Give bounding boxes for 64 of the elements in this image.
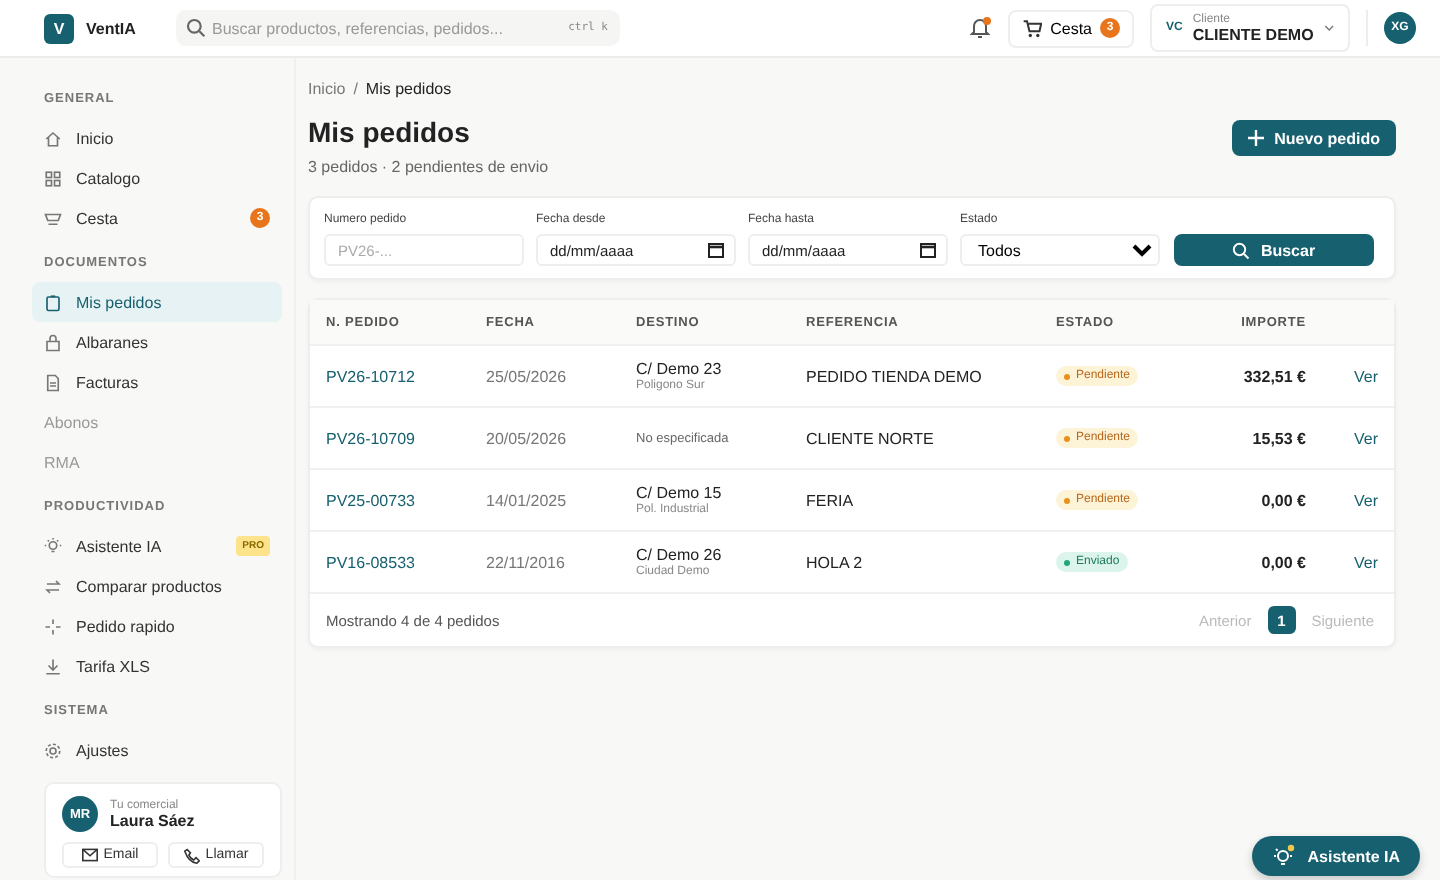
calendar-icon — [920, 242, 936, 258]
download-icon — [44, 657, 62, 675]
table-cell-text: 0,00 € — [1259, 553, 1306, 571]
brand-name: VentIA — [86, 19, 136, 37]
table-cell-text: 15,53 € — [1250, 429, 1306, 447]
table-cell-text: 14/01/2025 — [486, 491, 569, 509]
breadcrumb-item: Mis pedidos — [365, 80, 452, 98]
page-subtitle: 3 pedidos · 2 pendientes de envio — [308, 158, 549, 176]
view-link[interactable]: Ver — [1306, 429, 1378, 447]
breadcrumb-separator: / — [353, 80, 358, 98]
table-cell-text: C/ Demo 15 — [636, 484, 724, 502]
order-link[interactable]: PV26-10709 — [326, 429, 486, 447]
calendar-icon — [708, 242, 724, 258]
table-cell-text: 0,00 € — [1259, 491, 1306, 509]
table-cell-text: 25/05/2026 — [486, 367, 569, 385]
table-cell-text: C/ Demo 23 — [636, 360, 724, 378]
view-link[interactable]: Ver — [1306, 553, 1378, 571]
sidebar-item[interactable]: Tarifa XLS — [32, 646, 282, 686]
bell-icon[interactable] — [968, 16, 993, 40]
grid-icon — [44, 169, 62, 187]
page-title: Mis pedidos — [308, 116, 472, 148]
table-cell-text: FERIA — [806, 491, 856, 509]
sales-rep-name: Laura Sáez — [110, 811, 195, 829]
view-link[interactable]: Ver — [1306, 491, 1378, 509]
client-name: CLIENTE DEMO — [1192, 25, 1314, 43]
order-link[interactable]: PV25-00733 — [326, 491, 486, 509]
sidebar-item[interactable]: Mis pedidos — [32, 282, 282, 322]
view-link[interactable]: Ver — [1306, 367, 1378, 385]
search-icon — [1232, 241, 1251, 259]
swap-arrows-icon — [44, 577, 62, 595]
envelope-icon — [81, 848, 98, 862]
table-cell-text: C/ Demo 26 — [636, 546, 724, 564]
sidebar-item[interactable]: Facturas — [32, 362, 282, 402]
settings-icon — [44, 741, 62, 759]
lightbulb-icon — [44, 537, 62, 555]
phone-icon — [183, 847, 200, 863]
status-dropdown[interactable]: Todos — [960, 234, 1160, 266]
home-icon — [44, 129, 62, 147]
sidebar-item[interactable]: Ajustes — [32, 730, 282, 770]
new-order-button[interactable]: Nuevo pedido — [1232, 120, 1396, 156]
table-cell-text: 332,51 € — [1241, 367, 1306, 385]
order-link[interactable]: PV26-10712 — [326, 367, 486, 385]
search-button[interactable]: Buscar — [1174, 234, 1374, 266]
sidebar-item[interactable]: Catalogo — [32, 158, 282, 198]
logo: V — [44, 13, 74, 43]
assistant-button[interactable]: Asistente IA — [1251, 836, 1420, 876]
table-cell-text: 20/05/2026 — [486, 429, 569, 447]
plus-icon — [1248, 130, 1265, 146]
sidebar-item[interactable]: Inicio — [32, 118, 282, 158]
sidebar-item[interactable]: Comparar productos — [32, 566, 282, 606]
search-icon — [186, 18, 206, 38]
table-cell-text: 22/11/2016 — [486, 553, 567, 571]
order-link[interactable]: PV16-08533 — [326, 553, 486, 571]
table-cell-text: PEDIDO TIENDA DEMO — [806, 367, 984, 385]
lightbulb-icon — [1271, 844, 1296, 868]
breadcrumb-item[interactable]: Inicio — [308, 80, 346, 98]
chevron-down-icon — [1323, 22, 1334, 34]
table-cell-text: HOLA 2 — [806, 553, 865, 571]
sidebar-item[interactable]: Albaranes — [32, 322, 282, 362]
document-icon — [44, 373, 62, 391]
table-cell-text: CLIENTE NORTE — [806, 429, 936, 447]
bag-icon — [44, 333, 62, 351]
sidebar-item[interactable]: Pedido rapido — [32, 606, 282, 646]
clipboard-icon — [44, 293, 62, 311]
